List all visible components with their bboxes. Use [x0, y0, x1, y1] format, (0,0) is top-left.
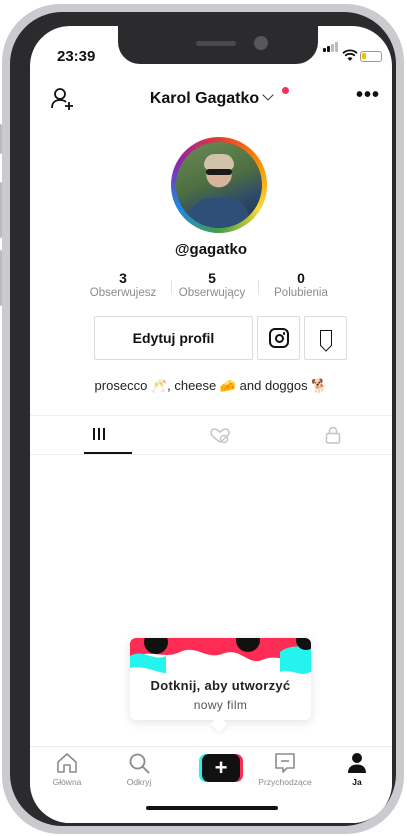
nav-discover-label: Odkryj	[126, 777, 152, 787]
app-screen: 23:39 Karol Gagatko ••• @gagatko 3 Obser…	[30, 26, 392, 823]
notch	[118, 26, 318, 64]
front-camera	[254, 36, 268, 50]
create-button[interactable]: +	[199, 754, 243, 782]
wifi-icon	[342, 49, 358, 65]
stat-followers-label: Obserwujący	[178, 287, 246, 299]
instagram-icon	[269, 328, 289, 348]
divider	[30, 454, 392, 455]
profile-bio: prosecco 🥂, cheese 🧀 and doggos 🐕	[30, 378, 392, 394]
search-icon	[104, 751, 174, 775]
stat-following-value: 3	[119, 270, 127, 286]
inbox-icon	[250, 751, 320, 775]
champagne-emoji: 🥂	[150, 379, 168, 394]
account-switcher[interactable]: Karol Gagatko	[30, 89, 392, 108]
tooltip-art	[130, 638, 311, 682]
nav-inbox-label: Przychodzące	[258, 777, 312, 787]
liked-hidden-icon	[210, 428, 230, 444]
stat-following-label: Obserwujesz	[89, 287, 157, 299]
nav-inbox[interactable]: Przychodzące	[250, 751, 320, 787]
grid-icon	[93, 428, 107, 440]
stat-likes[interactable]: 0 Polubienia	[251, 270, 351, 300]
header-title: Karol Gagatko	[149, 90, 260, 107]
stat-likes-label: Polubienia	[274, 287, 328, 299]
bookmark-icon	[320, 330, 332, 346]
home-indicator	[146, 806, 278, 810]
avatar-photo	[176, 142, 262, 228]
lock-icon	[325, 426, 341, 444]
dog-emoji: 🐕	[311, 379, 328, 394]
bio-text: , cheese	[167, 378, 220, 393]
nav-home[interactable]: Główna	[32, 751, 102, 787]
status-icons	[323, 42, 385, 65]
speaker	[196, 41, 236, 46]
status-time: 23:39	[57, 48, 96, 65]
tooltip-subtitle: nowy film	[193, 698, 248, 712]
cheese-emoji: 🧀	[219, 379, 237, 394]
more-options-icon[interactable]: •••	[356, 85, 382, 108]
notification-dot	[282, 87, 289, 94]
nav-profile[interactable]: Ja	[322, 751, 392, 787]
battery-icon	[360, 51, 382, 62]
instagram-button[interactable]	[257, 316, 300, 360]
edit-profile-button[interactable]: Edytuj profil	[94, 316, 253, 360]
plus-icon: +	[202, 754, 240, 782]
bookmarks-button[interactable]	[304, 316, 347, 360]
tab-videos[interactable]	[50, 416, 170, 454]
nav-discover[interactable]: Odkryj	[104, 751, 174, 787]
volume-up-button	[0, 182, 2, 238]
stat-following[interactable]: 3 Obserwujesz	[73, 270, 173, 300]
profile-username: @gagatko	[174, 241, 248, 258]
stat-followers[interactable]: 5 Obserwujący	[162, 270, 262, 300]
stat-likes-value: 0	[297, 270, 305, 286]
nav-home-label: Główna	[52, 777, 82, 787]
volume-down-button	[0, 250, 2, 306]
home-icon	[32, 751, 102, 775]
nav-profile-label: Ja	[352, 777, 362, 787]
profile-stats: 3 Obserwujesz 5 Obserwujący 0 Polubienia	[30, 270, 392, 306]
stat-followers-value: 5	[208, 270, 216, 286]
create-video-tooltip[interactable]: Dotknij, aby utworzyć nowy film	[130, 638, 311, 720]
bio-text: and doggos	[236, 378, 312, 393]
tooltip-title: Dotknij, aby utworzyć	[150, 678, 291, 693]
chevron-down-icon	[262, 89, 274, 101]
mute-switch	[0, 124, 2, 154]
profile-icon	[322, 751, 392, 775]
profile-header: Karol Gagatko •••	[30, 82, 392, 122]
bio-text: prosecco	[94, 378, 151, 393]
avatar[interactable]	[171, 137, 267, 233]
bottom-nav: Główna Odkryj + Przychodzące Ja	[30, 746, 392, 823]
